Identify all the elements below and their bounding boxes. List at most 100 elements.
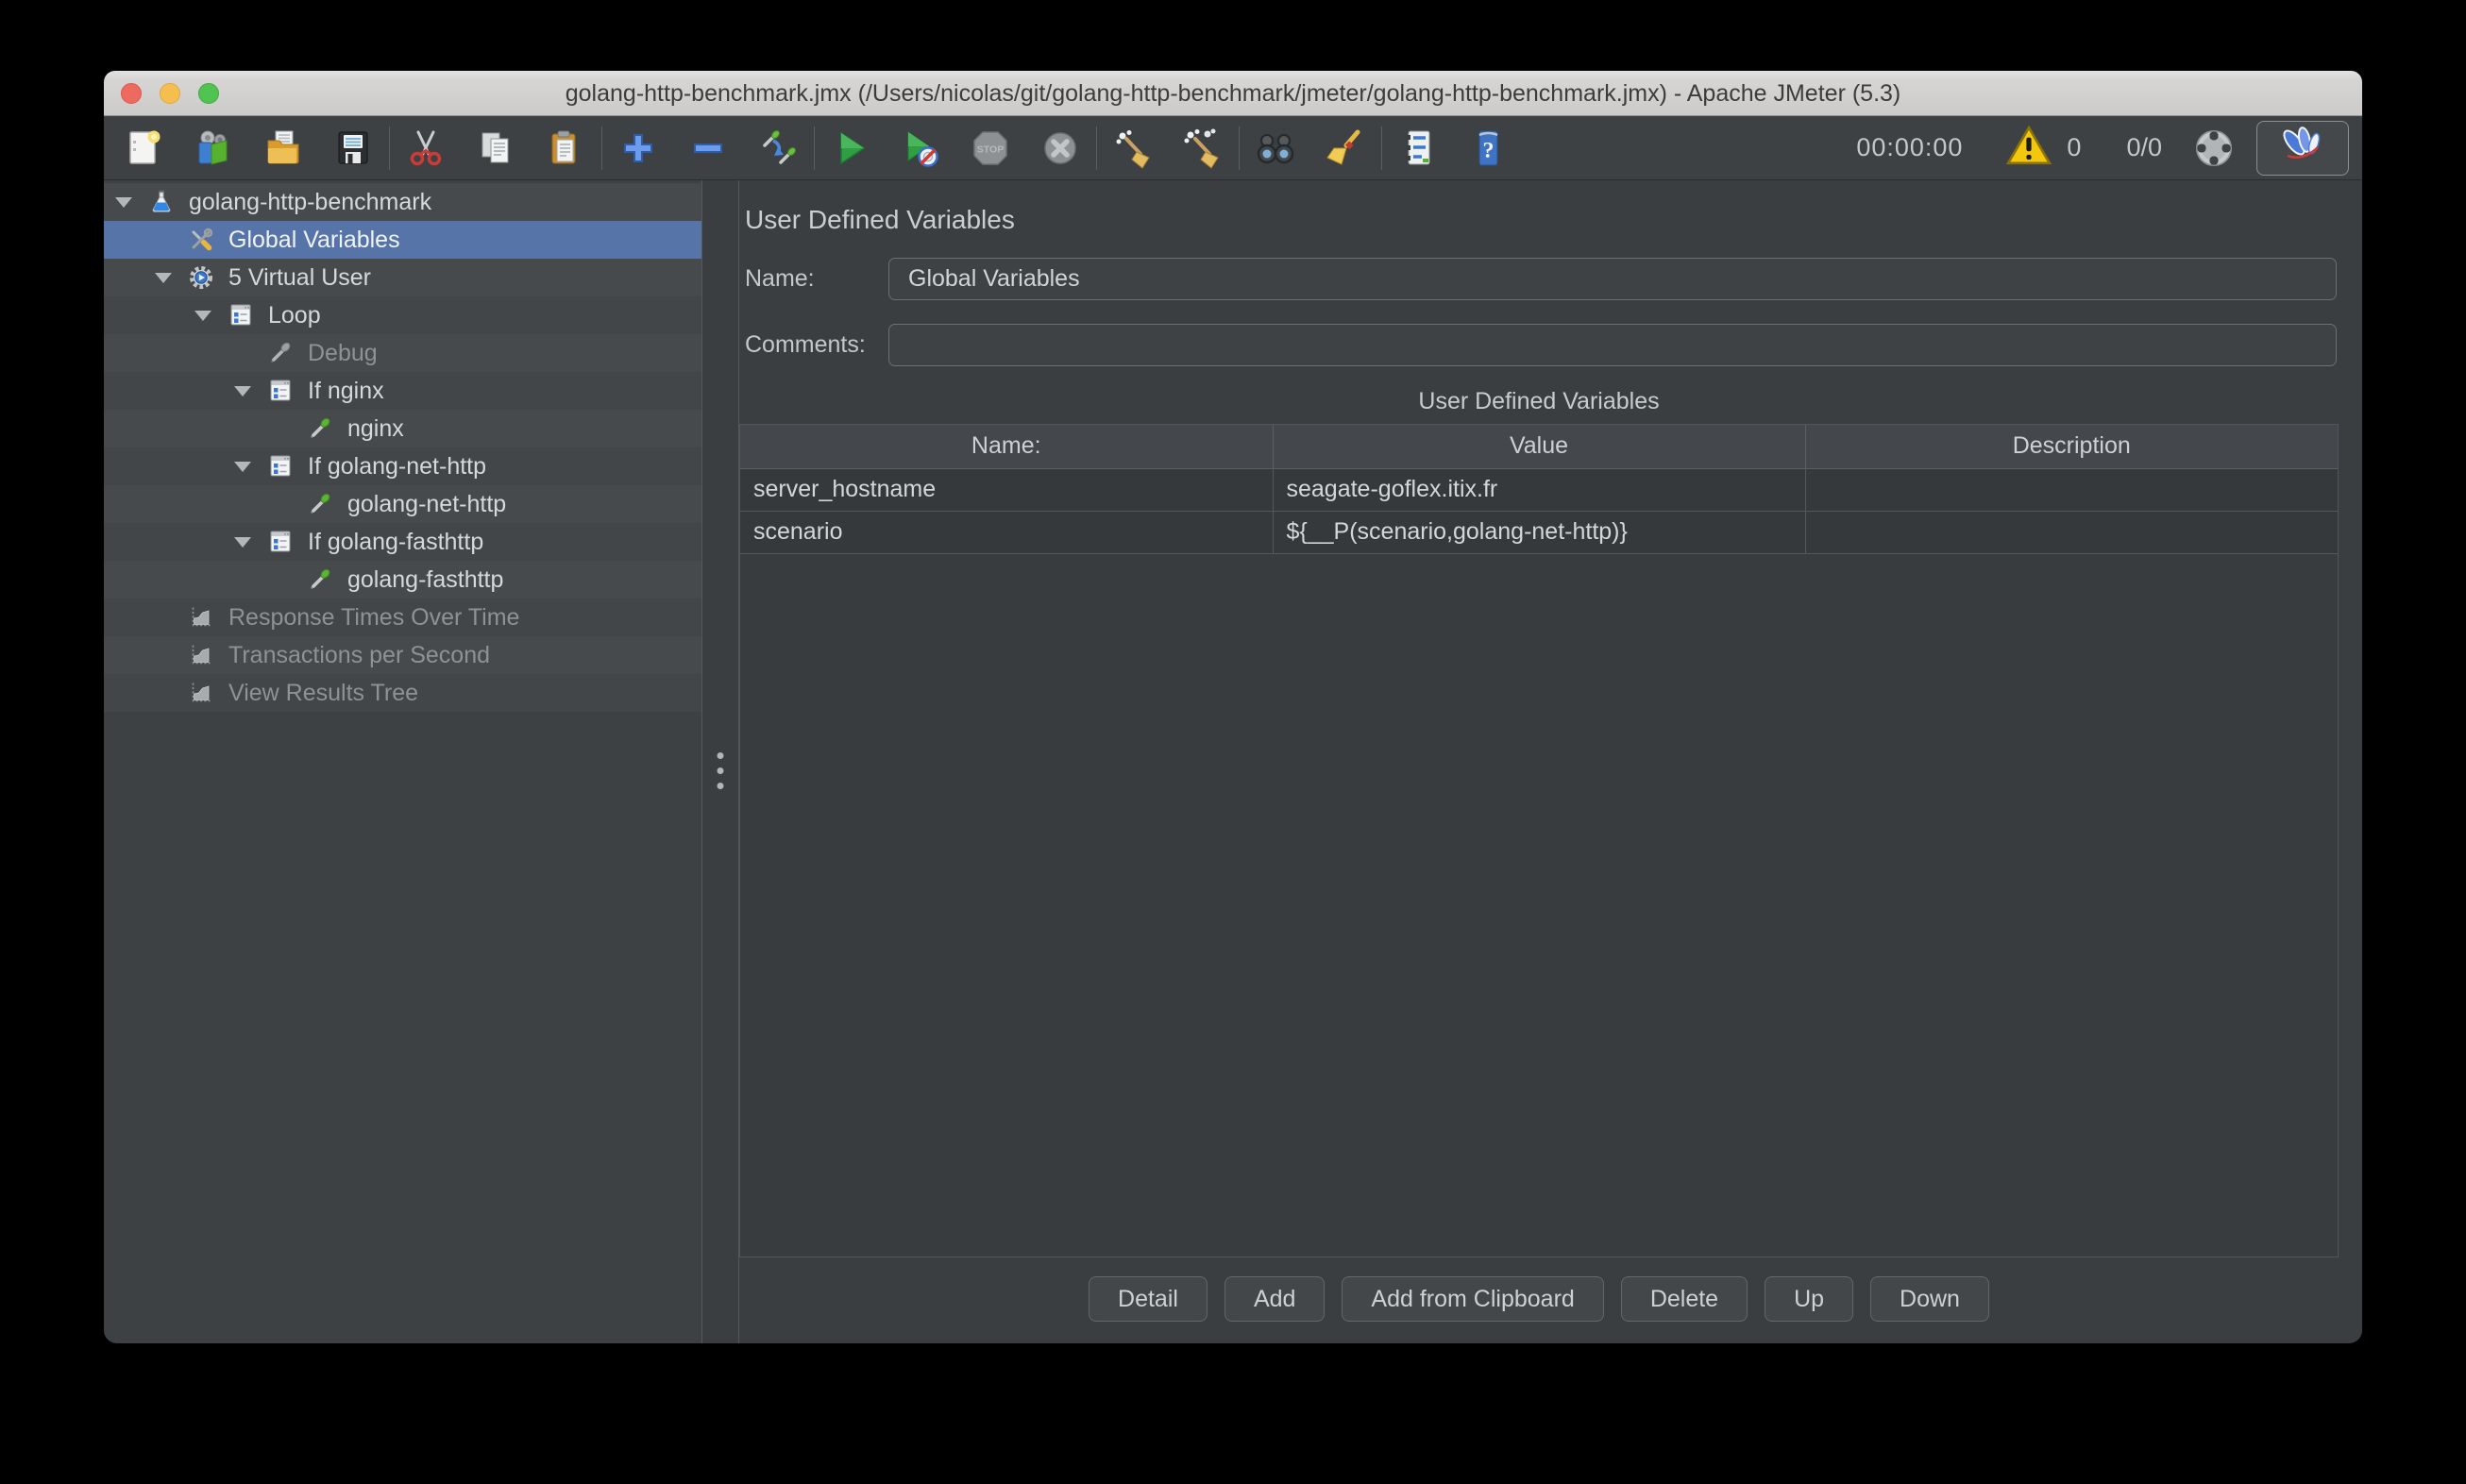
thread-count: 0/0: [2126, 133, 2162, 162]
thread-group-icon: [189, 265, 213, 290]
toolbar-separator: [1381, 126, 1382, 170]
tree-node-global-variables[interactable]: Global Variables: [104, 221, 701, 259]
jmeter-logo-icon: [2275, 125, 2330, 171]
clear-all-icon[interactable]: [1182, 127, 1224, 169]
table-cell[interactable]: seagate-goflex.itix.fr: [1273, 468, 1805, 511]
tree-expand-toggle-icon[interactable]: [234, 537, 251, 548]
tree-node-nginx[interactable]: nginx: [104, 410, 701, 447]
tree-node-view-results-tree[interactable]: View Results Tree: [104, 674, 701, 712]
toolbar-status-area: 00:00:00 0 0/0: [1856, 121, 2349, 176]
jmeter-logo-toggle-button[interactable]: [2256, 121, 2349, 176]
help-icon[interactable]: ?: [1467, 127, 1509, 169]
tree-node-label: If golang-net-http: [308, 453, 486, 481]
toolbar-group: [1112, 127, 1224, 169]
tree-node-golang-http-benchmark[interactable]: golang-http-benchmark: [104, 183, 701, 221]
sampler-icon: [308, 416, 332, 441]
content-area: golang-http-benchmark Global Variables 5 V…: [104, 180, 2362, 1343]
add-button[interactable]: Add: [1225, 1276, 1325, 1322]
elapsed-timer: 00:00:00: [1856, 133, 1963, 162]
toolbar-separator: [1096, 126, 1097, 170]
tree-node-loop[interactable]: Loop: [104, 296, 701, 334]
tree-node-if-nginx[interactable]: If nginx: [104, 372, 701, 410]
search-icon[interactable]: [1255, 127, 1296, 169]
open-file-icon[interactable]: [262, 127, 304, 169]
variables-table: Name:ValueDescription server_hostnamesea…: [740, 425, 2338, 554]
variables-table-scrollpane: Name:ValueDescription server_hostnamesea…: [739, 424, 2339, 1257]
tree-expand-toggle-icon[interactable]: [115, 197, 132, 208]
tree-node-if-golang-net-http[interactable]: If golang-net-http: [104, 447, 701, 485]
new-file-icon[interactable]: [123, 127, 164, 169]
controller-icon: [268, 454, 293, 479]
tree-rows: golang-http-benchmark Global Variables 5 V…: [104, 183, 701, 712]
table-cell[interactable]: server_hostname: [740, 468, 1273, 511]
toolbar-separator: [1239, 126, 1240, 170]
tree-node-label: 5 Virtual User: [228, 264, 371, 292]
tree-node-if-golang-fasthttp[interactable]: If golang-fasthttp: [104, 523, 701, 561]
toolbar-separator: [601, 126, 602, 170]
column-header[interactable]: Name:: [740, 425, 1273, 468]
toolbar-separator: [814, 126, 815, 170]
tree-node-5-virtual-user[interactable]: 5 Virtual User: [104, 259, 701, 296]
error-indicator[interactable]: 0: [2006, 124, 2081, 172]
paste-icon[interactable]: [545, 127, 586, 169]
comments-input[interactable]: [888, 324, 2337, 366]
delete-button[interactable]: Delete: [1621, 1276, 1748, 1322]
start-no-timers-icon[interactable]: [900, 127, 941, 169]
toolbar-group: [405, 127, 586, 169]
tree-node-label: Global Variables: [228, 227, 400, 254]
sampler-disabled-icon: [268, 341, 293, 365]
subtract-icon[interactable]: [687, 127, 729, 169]
tree-expand-toggle-icon[interactable]: [234, 386, 251, 396]
table-action-buttons: Detail Add Add from Clipboard Delete Up Down: [739, 1276, 2339, 1322]
shutdown-icon: [1039, 127, 1081, 169]
copy-icon[interactable]: [475, 127, 516, 169]
tree-node-debug[interactable]: Debug: [104, 334, 701, 372]
tree-node-label: If golang-fasthttp: [308, 529, 483, 556]
tree-node-golang-fasthttp[interactable]: golang-fasthttp: [104, 561, 701, 599]
name-input[interactable]: [888, 258, 2337, 300]
stop-icon: STOP: [970, 127, 1011, 169]
user-defined-variables-icon: [189, 228, 213, 252]
table-cell[interactable]: [1805, 468, 2338, 511]
open-templates-icon[interactable]: [193, 127, 234, 169]
comments-label: Comments:: [745, 324, 866, 366]
search-reset-icon[interactable]: [1325, 127, 1366, 169]
toolbar: STOP? 00:00:00 0 0/0: [104, 116, 2362, 180]
reset-icon[interactable]: [757, 127, 799, 169]
toolbar-group: ?: [1397, 127, 1509, 169]
table-cell[interactable]: scenario: [740, 511, 1273, 553]
column-header[interactable]: Description: [1805, 425, 2338, 468]
titlebar: golang-http-benchmark.jmx (/Users/nicola…: [104, 71, 2362, 116]
column-header[interactable]: Value: [1273, 425, 1805, 468]
tree-expand-toggle-icon[interactable]: [234, 462, 251, 472]
start-icon[interactable]: [830, 127, 871, 169]
tree-node-response-times-over-time[interactable]: Response Times Over Time: [104, 599, 701, 636]
chart-listener-icon: [189, 681, 213, 705]
add-from-clipboard-button[interactable]: Add from Clipboard: [1342, 1276, 1603, 1322]
tree-expand-toggle-icon[interactable]: [194, 311, 211, 321]
controller-icon: [268, 379, 293, 403]
jmeter-window: golang-http-benchmark.jmx (/Users/nicola…: [104, 71, 2362, 1343]
tree-node-label: Transactions per Second: [228, 642, 490, 669]
remote-sphere-icon: [2190, 125, 2238, 172]
tree-node-label: golang-fasthttp: [347, 566, 503, 594]
detail-button[interactable]: Detail: [1089, 1276, 1208, 1322]
tree-node-transactions-per-second[interactable]: Transactions per Second: [104, 636, 701, 674]
table-cell[interactable]: ${__P(scenario,golang-net-http)}: [1273, 511, 1805, 553]
cut-icon[interactable]: [405, 127, 447, 169]
table-cell[interactable]: [1805, 511, 2338, 553]
splitter-grip-icon: [718, 752, 724, 789]
splitter-handle[interactable]: [701, 180, 739, 1343]
tree-expand-toggle-icon[interactable]: [155, 273, 172, 283]
warning-icon: [2006, 124, 2052, 172]
variables-table-title: User Defined Variables: [739, 388, 2339, 415]
function-helper-icon[interactable]: [1397, 127, 1439, 169]
up-button[interactable]: Up: [1765, 1276, 1853, 1322]
down-button[interactable]: Down: [1870, 1276, 1989, 1322]
clear-icon[interactable]: [1112, 127, 1154, 169]
tree-node-golang-net-http[interactable]: golang-net-http: [104, 485, 701, 523]
tree-node-label: If nginx: [308, 378, 384, 405]
add-icon[interactable]: [617, 127, 659, 169]
save-icon[interactable]: [332, 127, 374, 169]
desktop: { "window": { "title": "golang-http-benc…: [0, 0, 2466, 1484]
